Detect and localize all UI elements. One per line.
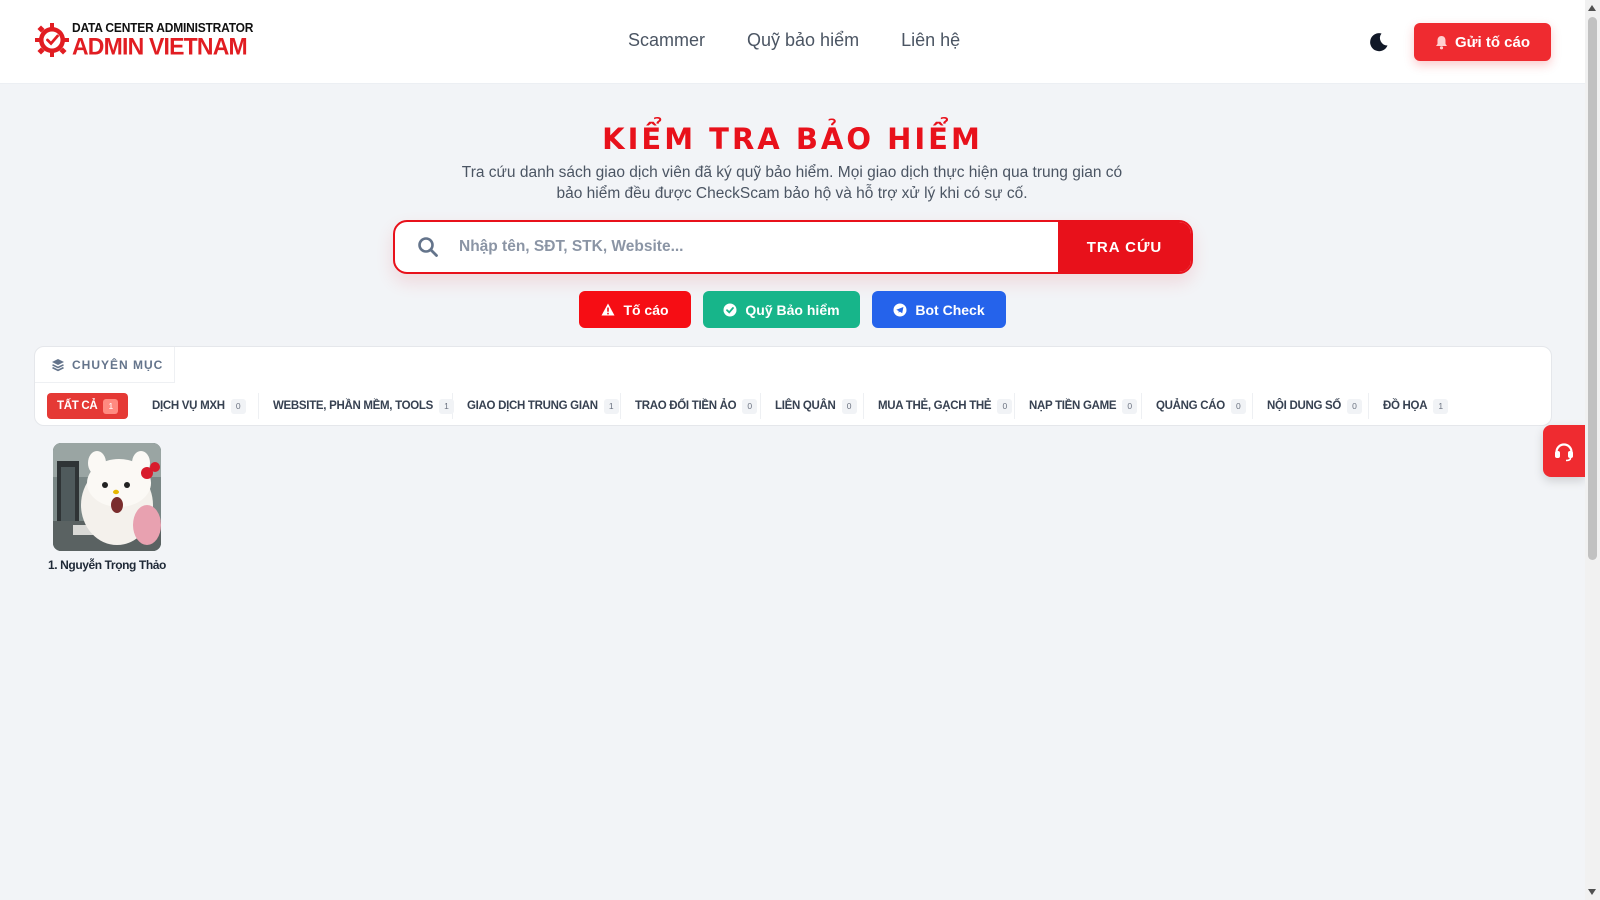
support-chat-button[interactable] — [1543, 425, 1585, 477]
category-heading-label: CHUYÊN MỤC — [72, 357, 164, 372]
search-button[interactable]: TRA CỨU — [1058, 222, 1191, 272]
category-tab-middleman[interactable]: GIAO DỊCH TRUNG GIAN 1 — [453, 393, 621, 419]
category-label: LIÊN QUÂN — [775, 400, 836, 412]
scroll-down-arrow-icon[interactable] — [1588, 889, 1596, 895]
page-scrollbar[interactable] — [1585, 0, 1600, 900]
scrollbar-thumb[interactable] — [1588, 17, 1597, 560]
category-tab-all[interactable]: TẤT CẢ 1 — [47, 393, 129, 419]
nav-contact[interactable]: Liên hệ — [901, 30, 960, 51]
main-nav: Scammer Quỹ bảo hiểm Liên hệ — [628, 30, 960, 51]
category-count-badge: 1 — [103, 398, 119, 414]
category-count-badge: 0 — [997, 398, 1013, 414]
category-label: WEBSITE, PHẦN MỀM, TOOLS — [273, 400, 433, 412]
category-count-badge: 0 — [1230, 398, 1246, 414]
category-panel: CHUYÊN MỤC TẤT CẢ 1 DỊCH VỤ MXH 0 WEBSIT… — [34, 346, 1552, 426]
category-tab-digital-content[interactable]: NỘI DUNG SỐ 0 — [1253, 393, 1369, 419]
avatar-image — [53, 443, 161, 551]
site-logo[interactable]: DATA CENTER ADMINISTRATOR ADMIN VIETNAM — [34, 20, 253, 60]
bell-icon — [1435, 35, 1447, 49]
category-heading: CHUYÊN MỤC — [35, 347, 175, 383]
category-count-badge: 1 — [603, 398, 619, 414]
search-input[interactable] — [439, 222, 1058, 272]
category-label: DỊCH VỤ MXH — [152, 400, 225, 412]
category-label: ĐỒ HỌA — [1383, 400, 1428, 412]
member-avatar — [53, 443, 161, 551]
category-count-badge: 0 — [1347, 398, 1363, 414]
category-count-badge: 0 — [230, 398, 246, 414]
search-bar: TRA CỨU — [393, 220, 1193, 274]
page-title: KIỂM TRA BẢO HIỂM — [602, 122, 983, 156]
category-label: NẠP TIỀN GAME — [1029, 400, 1117, 412]
category-tab-lien-quan[interactable]: LIÊN QUÂN 0 — [761, 393, 864, 419]
report-scam-label: Tố cáo — [623, 301, 669, 318]
page-description: Tra cứu danh sách giao dịch viên đã ký q… — [461, 164, 1123, 202]
category-label: TRAO ĐỔI TIỀN ẢO — [635, 400, 737, 412]
category-count-badge: 1 — [438, 398, 454, 414]
check-circle-icon — [723, 303, 737, 316]
category-tab-advertising[interactable]: QUẢNG CÁO 0 — [1142, 393, 1253, 419]
headset-icon — [1555, 443, 1573, 462]
top-header: DATA CENTER ADMINISTRATOR ADMIN VIETNAM … — [0, 0, 1585, 84]
bot-check-button[interactable]: Bot Check — [872, 291, 1006, 328]
category-tab-crypto-exchange[interactable]: TRAO ĐỔI TIỀN ẢO 0 — [621, 393, 761, 419]
member-name[interactable]: 1. Nguyễn Trọng Thảo — [44, 558, 170, 572]
insurance-fund-label: Quỹ Bảo hiểm — [745, 301, 840, 318]
gear-check-logo-icon — [35, 23, 69, 57]
layers-icon — [52, 358, 64, 371]
bot-check-label: Bot Check — [915, 301, 985, 318]
scroll-up-arrow-icon[interactable] — [1588, 5, 1596, 11]
nav-insurance-fund[interactable]: Quỹ bảo hiểm — [747, 30, 859, 51]
category-count-badge: 0 — [742, 398, 758, 414]
insurance-fund-button[interactable]: Quỹ Bảo hiểm — [703, 291, 860, 328]
category-count-badge: 0 — [1122, 398, 1138, 414]
category-tab-social-services[interactable]: DỊCH VỤ MXH 0 — [138, 393, 259, 419]
send-report-label: Gửi tố cáo — [1454, 33, 1531, 51]
search-icon — [418, 237, 438, 257]
warning-icon — [601, 303, 615, 316]
category-label: GIAO DỊCH TRUNG GIAN — [467, 400, 598, 412]
category-label: MUA THẺ, GẠCH THẺ — [878, 400, 992, 412]
send-report-button[interactable]: Gửi tố cáo — [1414, 23, 1551, 61]
moon-icon[interactable] — [1367, 30, 1391, 54]
category-label: NỘI DUNG SỐ — [1267, 400, 1342, 412]
category-tab-websites-software-tools[interactable]: WEBSITE, PHẦN MỀM, TOOLS 1 — [259, 393, 454, 419]
category-count-badge: 1 — [1433, 398, 1449, 414]
category-tab-buy-cards[interactable]: MUA THẺ, GẠCH THẺ 0 — [864, 393, 1015, 419]
category-label: TẤT CẢ — [57, 400, 98, 412]
category-label: QUẢNG CÁO — [1156, 400, 1225, 412]
category-tab-graphics[interactable]: ĐỒ HỌA 1 — [1369, 393, 1459, 419]
report-scam-button[interactable]: Tố cáo — [579, 291, 691, 328]
nav-scammer[interactable]: Scammer — [628, 30, 705, 51]
category-count-badge: 0 — [841, 398, 857, 414]
logo-main-text: ADMIN VIETNAM — [72, 32, 248, 60]
category-tab-game-topup[interactable]: NẠP TIỀN GAME 0 — [1015, 393, 1142, 419]
telegram-icon — [893, 303, 907, 316]
